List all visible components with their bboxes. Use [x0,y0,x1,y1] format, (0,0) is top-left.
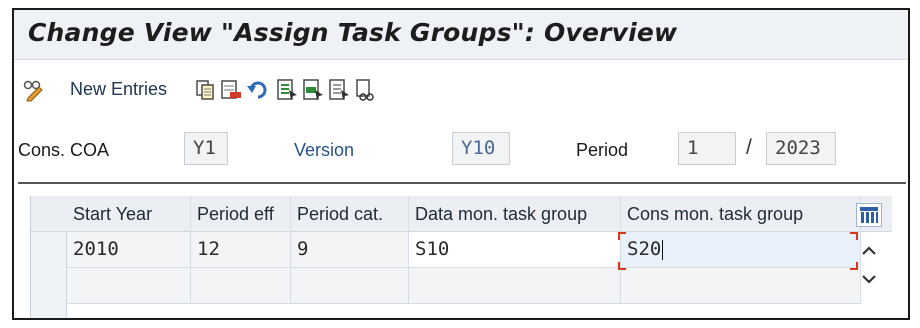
fiscal-year-field[interactable]: 2023 [766,132,836,165]
sap-window: Change View "Assign Task Groups": Overvi… [12,8,910,320]
period-eff-cell[interactable]: 12 [191,232,291,267]
empty-cell[interactable] [621,268,861,303]
table-row [67,304,861,318]
column-header-period-cat[interactable]: Period cat. [291,196,409,232]
cons-coa-label: Cons. COA [18,140,110,160]
cons-mon-task-group-value: S20 [627,238,662,260]
period-cat-cell[interactable]: 9 [291,232,409,267]
period-separator: / [746,136,752,159]
empty-cell[interactable] [191,268,291,303]
column-header-start-year[interactable]: Start Year [67,196,191,232]
delete-icon[interactable] [220,78,242,102]
display-change-icon[interactable] [22,78,44,102]
version-label[interactable]: Version [294,140,354,161]
cons-mon-task-group-input[interactable]: S20 [621,232,861,267]
table-header: Start Year Period eff Period cat. Data m… [31,196,892,232]
empty-cell[interactable] [67,268,191,303]
scroll-up-icon[interactable] [860,244,878,258]
page-title: Change View "Assign Task Groups": Overvi… [28,18,678,47]
table-row [67,268,861,304]
text-cursor [662,239,664,260]
period-label: Period [576,140,629,160]
deselect-all-icon[interactable] [328,78,350,102]
empty-cell[interactable] [291,268,409,303]
focus-corner [618,262,626,270]
period-field[interactable]: 1 [678,132,736,165]
start-year-cell[interactable]: 2010 [67,232,191,267]
table-settings-icon [860,207,878,223]
copy-icon[interactable] [194,78,216,102]
scroll-down-icon[interactable] [860,272,878,286]
empty-cell[interactable] [409,268,621,303]
focus-corner [850,262,858,270]
column-settings-button[interactable] [856,203,882,227]
print-icon[interactable] [354,78,376,102]
select-block-icon[interactable] [302,78,324,102]
select-all-icon[interactable] [276,78,298,102]
header-fields: Cons. COA Y1 Version Y10 Period 1 / 2023 [14,128,908,168]
undo-icon[interactable] [246,78,268,102]
column-header-cons-mon-task-group[interactable]: Cons mon. task group [621,196,861,232]
new-entries-button[interactable]: New Entries [70,79,167,100]
application-toolbar: New Entries [14,72,908,108]
focus-corner [618,232,626,240]
task-group-table: Start Year Period eff Period cat. Data m… [30,196,892,318]
column-header-period-eff[interactable]: Period eff [191,196,291,232]
title-bar: Change View "Assign Task Groups": Overvi… [14,10,908,60]
divider [18,182,906,184]
version-field[interactable]: Y10 [452,132,510,165]
data-mon-task-group-input[interactable]: S10 [409,232,621,267]
cons-coa-field[interactable]: Y1 [184,132,228,165]
table-row: 2010 12 9 S10 S20 [67,232,861,268]
focus-corner [850,232,858,240]
column-header-data-mon-task-group[interactable]: Data mon. task group [409,196,621,232]
